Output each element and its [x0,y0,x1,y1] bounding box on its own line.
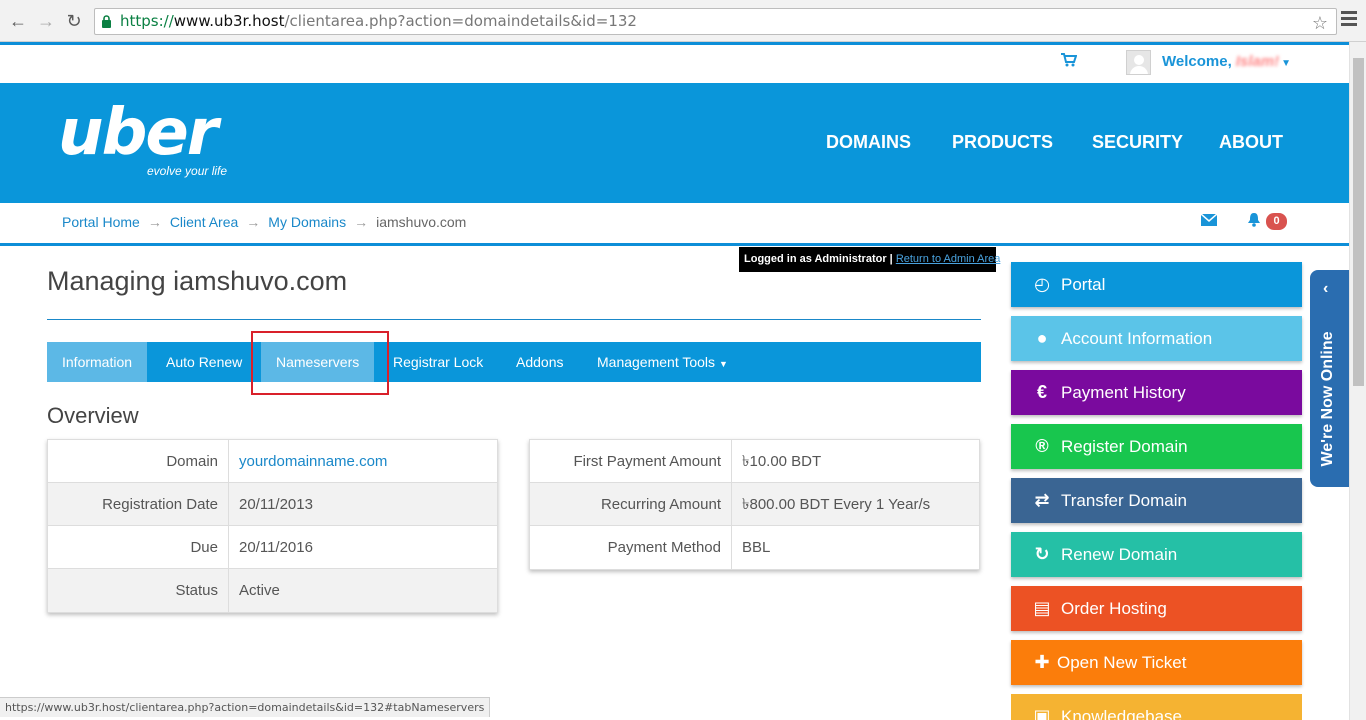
title-divider [47,319,981,320]
breadcrumb-divider [0,243,1349,246]
notification-badge: 0 [1266,213,1287,230]
bell-icon[interactable] [1247,212,1261,231]
envelope-icon[interactable] [1201,214,1217,226]
page-scrollbar[interactable] [1349,42,1366,720]
welcome-menu[interactable]: Welcome, Islam! ▼ [1162,53,1291,70]
section-title: Overview [47,403,139,428]
domain-link[interactable]: yourdomainname.com [239,440,387,483]
site-header: uber evolve your life DOMAINS PRODUCTS S… [0,83,1349,203]
tab-auto-renew[interactable]: Auto Renew [166,342,242,382]
sidebar-knowledgebase[interactable]: ▣ Knowledgebase [1011,694,1302,720]
page-title: Managing iamshuvo.com [47,266,348,296]
admin-bar: Logged in as Administrator | Return to A… [739,247,1000,272]
browser-menu-icon[interactable] [1341,11,1357,31]
url-text: https://www.ub3r.host/clientarea.php?act… [120,12,637,30]
address-bar[interactable]: https://www.ub3r.host/clientarea.php?act… [94,8,1337,35]
nav-security[interactable]: SECURITY [1092,132,1183,153]
browser-status-bar: https://www.ub3r.host/clientarea.php?act… [0,697,491,717]
cart-icon[interactable] [1061,53,1078,72]
overview-table-payment: First Payment Amount ৳10.00 BDT Recurring… [529,439,980,570]
return-admin-link[interactable]: Return to Admin Area [896,253,1001,265]
nav-about[interactable]: ABOUT [1219,132,1283,153]
tab-information[interactable]: Information [47,342,148,382]
book-icon: ▣ [1033,706,1051,720]
sidebar-payment-history[interactable]: € Payment History [1011,370,1302,415]
table-row: Registration Date 20/11/2013 [48,483,497,526]
exchange-icon: ⇄ [1034,490,1050,510]
table-row: Domain yourdomainname.com [48,440,497,483]
tab-addons[interactable]: Addons [516,342,563,382]
plus-icon: ✚ [1034,652,1050,672]
sidebar-register-domain[interactable]: ® Register Domain [1011,424,1302,469]
top-accent-line [0,42,1349,45]
chevron-left-icon: ‹ [1323,280,1329,297]
caret-down-icon: ▼ [718,359,728,369]
sidebar-open-new-ticket[interactable]: ✚ Open New Ticket [1011,640,1302,685]
hdd-icon: ▤ [1033,598,1051,618]
dashboard-icon: ◴ [1034,274,1050,294]
user-icon: ● [1036,328,1048,348]
sidebar-portal[interactable]: ◴ Portal [1011,262,1302,307]
tab-registrar-lock[interactable]: Registrar Lock [393,342,483,382]
chevron-down-icon: ▼ [1281,58,1292,69]
nav-products[interactable]: PRODUCTS [952,132,1053,153]
tab-management-tools[interactable]: Management Tools ▼ [597,342,728,382]
table-row: Due 20/11/2016 [48,526,497,569]
lock-icon [102,15,111,28]
forward-icon[interactable]: → [34,9,58,33]
euro-icon: € [1036,382,1047,402]
sidebar-order-hosting[interactable]: ▤ Order Hosting [1011,586,1302,631]
breadcrumb: Portal Home → Client Area → My Domains → iamsh… [62,214,467,230]
table-row: First Payment Amount ৳10.00 BDT [530,440,979,483]
refresh-icon: ↻ [1034,544,1050,564]
logo[interactable]: uber evolve your life [58,96,248,186]
nav-domains[interactable]: DOMAINS [826,132,911,153]
browser-toolbar: ← → ↻ https://www.ub3r.host/clientarea.p… [0,0,1366,42]
avatar[interactable] [1126,50,1151,75]
breadcrumb-client-area[interactable]: Client Area [170,214,238,230]
table-row: Payment Method BBL [530,526,979,569]
domain-tabs: Information Auto Renew Nameservers Regis… [47,342,981,382]
table-row: Recurring Amount ৳800.00 BDT Every 1 Year… [530,483,979,526]
bookmark-star-icon[interactable]: ☆ [1312,11,1328,36]
breadcrumb-portal-home[interactable]: Portal Home [62,214,140,230]
live-chat-tab[interactable]: ‹ We're Now Online [1310,270,1349,487]
sidebar-transfer-domain[interactable]: ⇄ Transfer Domain [1011,478,1302,523]
highlight-box [251,331,389,395]
sidebar-account-information[interactable]: ● Account Information [1011,316,1302,361]
breadcrumb-my-domains[interactable]: My Domains [268,214,346,230]
back-icon[interactable]: ← [6,9,30,33]
registered-icon: ® [1035,436,1049,456]
breadcrumb-current: iamshuvo.com [376,214,467,230]
reload-icon[interactable]: ↻ [62,9,86,33]
overview-table-domain: Domain yourdomainname.com Registration Da… [47,439,498,613]
sidebar-renew-domain[interactable]: ↻ Renew Domain [1011,532,1302,577]
table-row: Status Active [48,569,497,612]
